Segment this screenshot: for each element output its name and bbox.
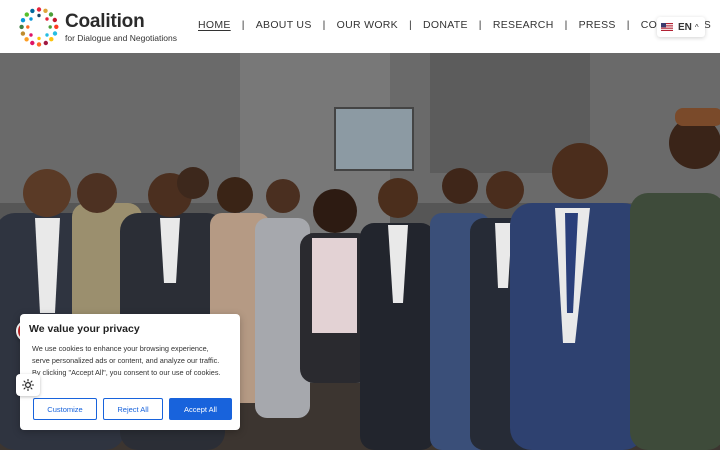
theme-toggle-button[interactable]	[16, 374, 40, 396]
nav-separator: |	[478, 19, 482, 31]
nav-research[interactable]: RESEARCH	[493, 19, 554, 31]
sun-icon	[22, 379, 34, 391]
logo-mark-icon	[19, 7, 59, 47]
reject-all-button[interactable]: Reject All	[103, 398, 163, 420]
nav-separator: |	[241, 19, 245, 31]
chevron-up-icon: ^	[694, 22, 699, 32]
nav-about-us[interactable]: ABOUT US	[256, 19, 312, 31]
accept-all-button[interactable]: Accept All	[169, 398, 232, 420]
cookie-description: We use cookies to enhance your browsing …	[32, 344, 221, 377]
cookie-title: We value your privacy	[29, 323, 140, 335]
us-flag-icon	[661, 23, 673, 31]
nav-separator: |	[564, 19, 568, 31]
brand-subtitle: for Dialogue and Negotiations	[65, 32, 177, 43]
nav-separator: |	[322, 19, 326, 31]
nav-home[interactable]: HOME	[198, 19, 231, 31]
nav-separator: |	[626, 19, 630, 31]
customize-button[interactable]: Customize	[33, 398, 97, 420]
brand-title: Coalition	[65, 10, 145, 32]
cookie-consent-banner: We value your privacy We use cookies to …	[20, 314, 240, 430]
language-switcher[interactable]: EN ^	[657, 17, 705, 37]
nav-our-work[interactable]: OUR WORK	[337, 19, 398, 31]
site-logo[interactable]: Coalition for Dialogue and Negotiations	[18, 6, 177, 48]
site-header: Coalition for Dialogue and Negotiations …	[0, 0, 720, 53]
nav-press[interactable]: PRESS	[579, 19, 616, 31]
nav-separator: |	[408, 19, 413, 31]
main-nav: HOME | ABOUT US | OUR WORK | DONATE | RE…	[198, 19, 711, 31]
language-code: EN	[678, 21, 692, 33]
nav-donate[interactable]: DONATE	[423, 19, 468, 31]
